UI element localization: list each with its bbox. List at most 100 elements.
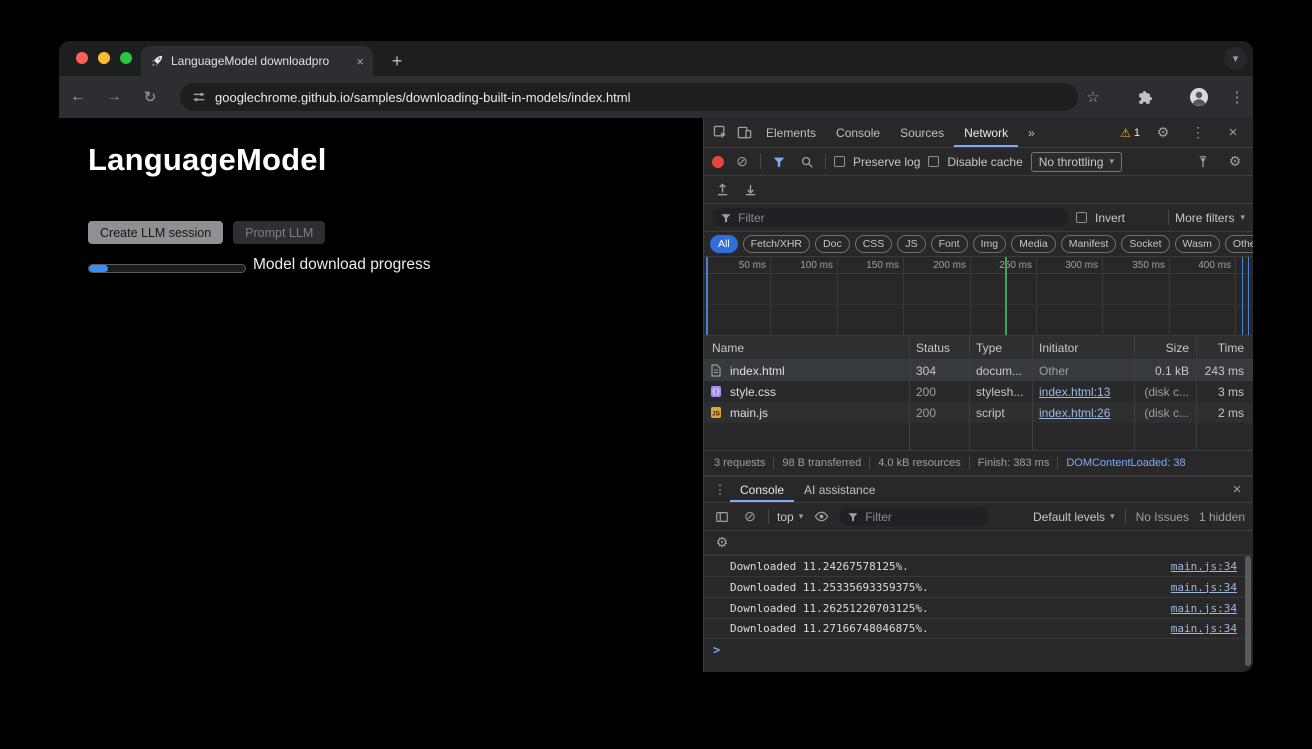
- throttling-value: No throttling: [1039, 155, 1104, 169]
- timeline-load-marker: [1242, 257, 1243, 335]
- invert-label[interactable]: Invert: [1095, 211, 1125, 225]
- omnibox[interactable]: [180, 83, 1078, 111]
- chip-js[interactable]: JS: [897, 235, 925, 253]
- preserve-log-label[interactable]: Preserve log: [853, 155, 920, 169]
- reload-button[interactable]: ↻: [138, 85, 162, 109]
- hidden-messages-link[interactable]: 1 hidden: [1199, 510, 1245, 524]
- network-timeline-overview[interactable]: 50 ms 100 ms 150 ms 200 ms 250 ms 300 ms…: [704, 257, 1253, 336]
- tab-strip: LanguageModel downloadpro × + ▾: [59, 41, 1253, 76]
- url-input[interactable]: [215, 90, 1066, 105]
- more-filters-button[interactable]: More filters ▾: [1168, 210, 1245, 225]
- column-initiator[interactable]: Initiator: [1033, 336, 1132, 359]
- message-source-link[interactable]: main.js:34: [1171, 602, 1237, 615]
- device-toolbar-icon[interactable]: [734, 123, 754, 143]
- browser-tab[interactable]: LanguageModel downloadpro ×: [141, 46, 373, 76]
- chip-img[interactable]: Img: [973, 235, 1007, 253]
- message-source-link[interactable]: main.js:34: [1171, 581, 1237, 594]
- inspect-element-icon[interactable]: [710, 123, 730, 143]
- chip-all[interactable]: All: [710, 235, 738, 253]
- console-sidebar-icon[interactable]: [712, 507, 732, 527]
- log-levels-select[interactable]: Default levels ▾: [1033, 510, 1115, 524]
- new-tab-button[interactable]: +: [385, 49, 409, 73]
- table-row[interactable]: JS main.js 200 script index.html:26 (dis…: [704, 402, 1253, 423]
- disable-cache-checkbox[interactable]: [928, 156, 939, 167]
- tab-search-button[interactable]: ▾: [1224, 47, 1247, 70]
- chip-wasm[interactable]: Wasm: [1175, 235, 1220, 253]
- tick-label: 200 ms: [904, 260, 966, 271]
- issues-warning-badge[interactable]: ⚠ 1: [1120, 126, 1140, 140]
- chip-other[interactable]: Other: [1225, 235, 1253, 253]
- tab-console[interactable]: Console: [826, 118, 890, 147]
- network-settings-gear-icon[interactable]: ⚙: [1225, 152, 1245, 172]
- console-filter-input[interactable]: [865, 510, 981, 524]
- drawer-tabbar: ⋮ Console AI assistance ×: [704, 477, 1253, 503]
- filter-funnel-icon: [720, 212, 732, 224]
- live-expression-eye-icon[interactable]: [811, 507, 831, 527]
- back-button[interactable]: ←: [66, 85, 90, 109]
- devtools-settings-gear-icon[interactable]: ⚙: [1153, 123, 1173, 143]
- devtools-tabbar-right: ⚠ 1 ⚙ ⋮ ×: [1120, 123, 1249, 143]
- extensions-puzzle-icon[interactable]: [1132, 85, 1156, 109]
- network-conditions-icon[interactable]: [1193, 152, 1213, 172]
- throttling-select[interactable]: No throttling ▾: [1031, 152, 1122, 172]
- tab-sources[interactable]: Sources: [890, 118, 954, 147]
- request-initiator-link[interactable]: index.html:26: [1033, 402, 1132, 423]
- levels-value: Default levels: [1033, 510, 1105, 524]
- profile-avatar-icon[interactable]: [1187, 85, 1211, 109]
- devtools-menu-icon[interactable]: ⋮: [1188, 123, 1208, 143]
- filter-funnel-icon-active[interactable]: [769, 152, 789, 172]
- more-tabs-icon[interactable]: »: [1018, 118, 1045, 147]
- forward-button[interactable]: →: [102, 85, 126, 109]
- devtools-close-icon[interactable]: ×: [1223, 123, 1243, 143]
- site-settings-tune-icon[interactable]: [192, 90, 206, 104]
- request-initiator-link[interactable]: index.html:13: [1033, 381, 1132, 402]
- chip-fetch-xhr[interactable]: Fetch/XHR: [743, 235, 810, 253]
- column-type[interactable]: Type: [970, 336, 1030, 359]
- close-window-button[interactable]: [76, 52, 88, 64]
- drawer-tab-ai-assistance[interactable]: AI assistance: [794, 477, 885, 502]
- fullscreen-window-button[interactable]: [120, 52, 132, 64]
- chip-css[interactable]: CSS: [855, 235, 893, 253]
- create-llm-session-button[interactable]: Create LLM session: [88, 221, 223, 244]
- column-time[interactable]: Time: [1197, 336, 1250, 359]
- issues-link[interactable]: No Issues: [1136, 510, 1189, 524]
- chip-media[interactable]: Media: [1011, 235, 1056, 253]
- console-prompt[interactable]: >: [704, 639, 1253, 661]
- execution-context-select[interactable]: top ▾: [777, 510, 803, 524]
- drawer-menu-icon[interactable]: ⋮: [710, 480, 730, 500]
- tab-close-icon[interactable]: ×: [356, 55, 364, 68]
- tab-elements[interactable]: Elements: [756, 118, 826, 147]
- har-import-up-arrow-icon[interactable]: [712, 180, 732, 200]
- column-size[interactable]: Size: [1135, 336, 1193, 359]
- bookmark-star-icon[interactable]: ☆: [1081, 85, 1105, 109]
- record-network-log-button[interactable]: [712, 156, 724, 168]
- invert-checkbox[interactable]: [1076, 212, 1087, 223]
- column-status[interactable]: Status: [910, 336, 966, 359]
- network-filter-input[interactable]: [738, 211, 1060, 225]
- chip-font[interactable]: Font: [931, 235, 968, 253]
- drawer-close-icon[interactable]: ×: [1227, 480, 1247, 500]
- console-toolbar: ⊘ top ▾: [704, 503, 1253, 531]
- console-scrollbar-thumb[interactable]: [1245, 556, 1251, 666]
- har-export-down-arrow-icon[interactable]: [740, 180, 760, 200]
- tab-network[interactable]: Network: [954, 118, 1018, 147]
- disable-cache-label[interactable]: Disable cache: [947, 155, 1022, 169]
- browser-menu-icon[interactable]: ⋮: [1225, 85, 1249, 109]
- table-row[interactable]: index.html 304 docum... Other 0.1 kB 243…: [704, 360, 1253, 381]
- column-name[interactable]: Name: [708, 336, 906, 359]
- clear-console-icon[interactable]: ⊘: [740, 507, 760, 527]
- minimize-window-button[interactable]: [98, 52, 110, 64]
- divider: [1168, 210, 1169, 225]
- table-row[interactable]: {} style.css 200 stylesh... index.html:1…: [704, 381, 1253, 402]
- clear-network-log-icon[interactable]: ⊘: [732, 152, 752, 172]
- drawer-tab-console[interactable]: Console: [730, 477, 794, 502]
- preserve-log-checkbox[interactable]: [834, 156, 845, 167]
- message-source-link[interactable]: main.js:34: [1171, 560, 1237, 573]
- message-source-link[interactable]: main.js:34: [1171, 622, 1237, 635]
- chevron-down-icon: ▾: [1240, 212, 1245, 223]
- chip-socket[interactable]: Socket: [1121, 235, 1169, 253]
- chip-doc[interactable]: Doc: [815, 235, 850, 253]
- console-settings-gear-icon[interactable]: ⚙: [712, 533, 732, 553]
- search-icon[interactable]: [797, 152, 817, 172]
- chip-manifest[interactable]: Manifest: [1061, 235, 1117, 253]
